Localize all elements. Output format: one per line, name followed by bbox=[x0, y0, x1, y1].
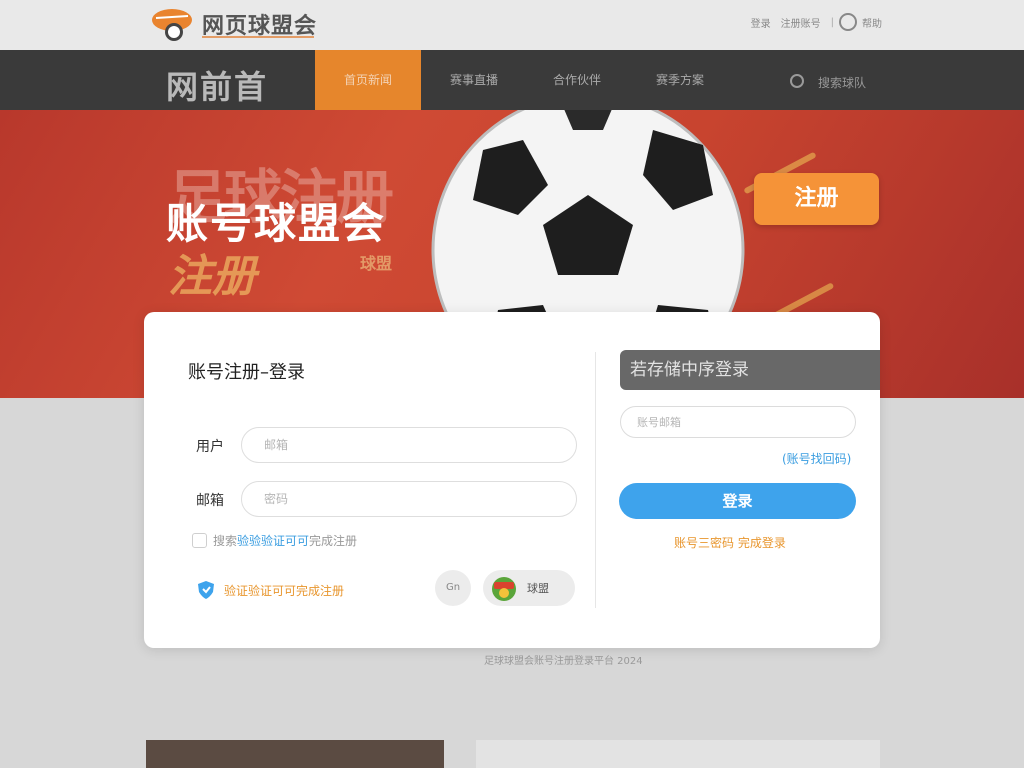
verify-row[interactable]: 验证验证可可完成注册 bbox=[196, 580, 344, 600]
nav-item-news[interactable]: 首页新闻 bbox=[315, 50, 421, 110]
nav-item-live[interactable]: 赛事直播 bbox=[421, 50, 527, 110]
alt-login-link[interactable]: 账号三密码 完成登录 bbox=[674, 534, 786, 551]
account-input[interactable] bbox=[620, 406, 856, 438]
news-thumbnail-strip[interactable] bbox=[146, 740, 444, 768]
club-badge-icon bbox=[492, 577, 516, 601]
hero-title: 账号球盟会 bbox=[166, 199, 387, 248]
agree-terms-link[interactable]: 验验验证可可 bbox=[237, 532, 309, 549]
footer-note: 足球球盟会账号注册登录平台 2024 bbox=[484, 656, 643, 667]
help-link[interactable]: 帮助 bbox=[862, 15, 882, 30]
hero-background-small: 球盟 bbox=[360, 254, 393, 273]
nav-item-season[interactable]: 赛季方案 bbox=[627, 50, 733, 110]
register-button[interactable]: 注册 bbox=[754, 173, 879, 225]
search-icon[interactable] bbox=[790, 74, 804, 88]
help-icon[interactable] bbox=[839, 13, 857, 31]
shield-icon bbox=[198, 581, 214, 599]
card-divider bbox=[595, 352, 596, 608]
agree-prefix: 搜索 bbox=[213, 534, 238, 548]
email-input[interactable] bbox=[241, 481, 577, 517]
top-links: 登录 注册账号 | bbox=[751, 15, 834, 30]
main-nav: 网前首 首页新闻 赛事直播 合作伙伴 赛季方案 搜索球队 bbox=[0, 50, 1024, 110]
verify-text[interactable]: 验证验证可可完成注册 bbox=[224, 582, 344, 599]
login-button[interactable]: 登录 bbox=[619, 483, 856, 519]
club-login-label: 球盟 bbox=[527, 582, 549, 595]
top-link-login[interactable]: 登录 bbox=[751, 15, 771, 30]
news-thumbnail-strip-right[interactable] bbox=[476, 740, 880, 768]
email-label: 邮箱 bbox=[196, 493, 224, 509]
user-label: 用户 bbox=[196, 439, 224, 455]
forgot-password-link[interactable]: (账号找回码) bbox=[782, 450, 851, 467]
quick-login-header: 若存储中序登录 bbox=[620, 350, 880, 390]
social-login-button[interactable]: Gn bbox=[435, 570, 471, 606]
top-link-register[interactable]: 注册账号 bbox=[781, 15, 821, 30]
logo-underline bbox=[202, 36, 314, 38]
club-logo-icon[interactable] bbox=[150, 4, 194, 44]
club-login-button[interactable]: 球盟 bbox=[483, 570, 575, 606]
login-card: 账号注册–登录 用户 邮箱 搜索 验验验证可可 完成注册 验证验证可可完成注册 … bbox=[144, 312, 880, 648]
nav-brand[interactable]: 网前首 bbox=[166, 62, 268, 108]
agree-checkbox[interactable] bbox=[192, 533, 207, 548]
agree-row: 搜索 验验验证可可 完成注册 bbox=[192, 532, 357, 549]
top-link-separator: | bbox=[830, 17, 834, 28]
card-title: 账号注册–登录 bbox=[188, 362, 305, 383]
nav-item-partners[interactable]: 合作伙伴 bbox=[527, 50, 627, 110]
nav-search-label[interactable]: 搜索球队 bbox=[818, 74, 866, 91]
agree-suffix: 完成注册 bbox=[309, 534, 358, 548]
user-input[interactable] bbox=[241, 427, 577, 463]
top-bar: 网页球盟会 登录 注册账号 | 帮助 bbox=[0, 0, 1024, 50]
